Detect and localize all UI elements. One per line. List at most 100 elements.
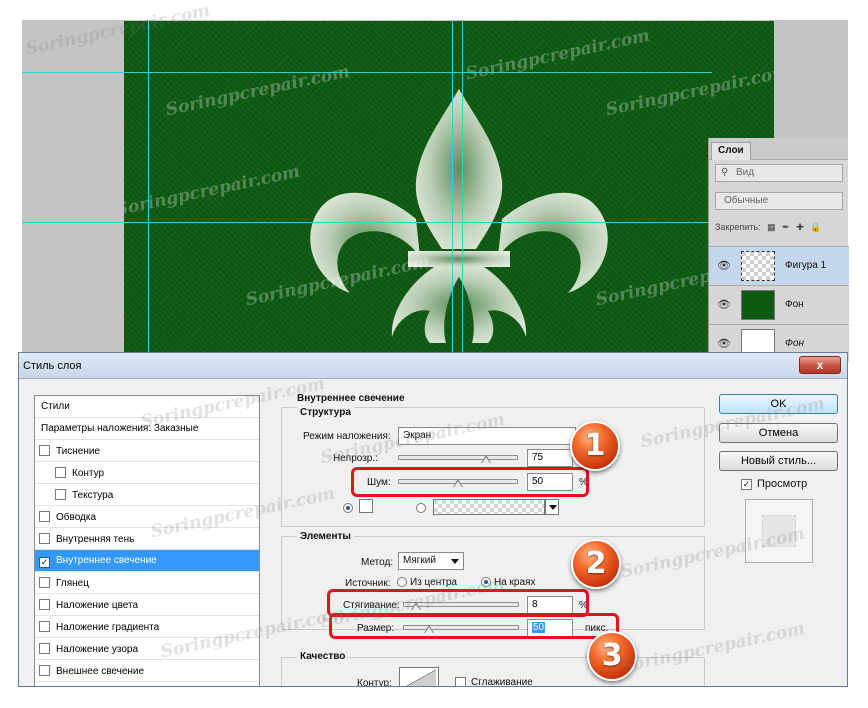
style-item-color-overlay[interactable]: Наложение цвета: [35, 594, 259, 616]
layers-tabbar: Слои: [709, 138, 848, 160]
gradient-picker[interactable]: [433, 499, 545, 515]
eye-icon[interactable]: 👁: [717, 337, 731, 350]
style-checkbox[interactable]: [39, 665, 50, 676]
style-checkbox-checked[interactable]: ✓: [39, 557, 50, 568]
opacity-field[interactable]: 75: [527, 449, 573, 467]
style-item-contour[interactable]: Контур: [35, 462, 259, 484]
style-item-label: Глянец: [56, 578, 89, 589]
style-checkbox[interactable]: [39, 621, 50, 632]
style-item-stroke[interactable]: Обводка: [35, 506, 259, 528]
style-checkbox[interactable]: [39, 445, 50, 456]
layer-row[interactable]: 👁 Фигура 1: [709, 246, 849, 284]
highlight-box-noise: [351, 467, 589, 497]
method-select[interactable]: Мягкий: [398, 552, 464, 570]
preview-checkbox[interactable]: ✓: [741, 479, 752, 490]
source-edge-option[interactable]: На краях: [481, 577, 535, 588]
eye-icon[interactable]: 👁: [717, 259, 731, 272]
layer-name: Фигура 1: [785, 260, 827, 271]
style-checkbox[interactable]: [39, 599, 50, 610]
source-label: Источник:: [345, 578, 391, 589]
color-radio[interactable]: [343, 503, 353, 513]
style-checkbox[interactable]: [39, 577, 50, 588]
blend-mode-dropdown[interactable]: Обычные: [715, 192, 843, 210]
source-center-label: Из центра: [410, 577, 457, 588]
opacity-value: 75: [532, 452, 544, 463]
style-item-texture[interactable]: Текстура: [35, 484, 259, 506]
style-item-pattern-overlay[interactable]: Наложение узора: [35, 638, 259, 660]
cancel-button[interactable]: Отмена: [719, 423, 838, 443]
opacity-slider-thumb[interactable]: [480, 455, 491, 464]
layer-row[interactable]: 👁 Фон: [709, 285, 849, 323]
source-edge-radio[interactable]: [481, 577, 491, 587]
style-item-label: Внутренняя тень: [56, 534, 135, 545]
contour-picker[interactable]: [399, 667, 439, 686]
blending-options-item[interactable]: Параметры наложения: Заказные: [35, 418, 259, 440]
style-item-label: Тиснение: [56, 446, 101, 457]
close-button[interactable]: x: [799, 356, 841, 374]
layer-filter-dropdown[interactable]: ⚲ Вид: [715, 164, 843, 182]
dialog-titlebar[interactable]: Стиль слоя x: [19, 353, 847, 379]
blend-mode-select[interactable]: Экран: [398, 427, 576, 445]
style-checkbox[interactable]: [55, 467, 66, 478]
dialog-title: Стиль слоя: [23, 360, 82, 372]
new-style-button[interactable]: Новый стиль...: [719, 451, 838, 471]
blend-mode-select-value: Экран: [403, 430, 432, 441]
source-center-radio[interactable]: [397, 577, 407, 587]
source-center-option[interactable]: Из центра: [397, 577, 457, 588]
styles-header-label: Стили: [41, 401, 70, 412]
style-item-satin[interactable]: Глянец: [35, 572, 259, 594]
styles-header[interactable]: Стили: [35, 396, 259, 418]
fleur-de-lis-shape[interactable]: [124, 21, 774, 352]
document-canvas[interactable]: Soringpcrepair.com Soringpcrepair.com So…: [124, 21, 774, 352]
preview-swatch: [762, 515, 796, 547]
inner-glow-settings: Внутреннее свечение Структура Режим нало…: [273, 389, 705, 687]
lock-label: Закрепить:: [715, 222, 761, 232]
lock-row: Закрепить: ▦ ✒ ✚ 🔒: [715, 222, 847, 233]
callout-2: 2: [571, 539, 621, 589]
lock-move-icon[interactable]: ✚: [796, 222, 804, 232]
style-item-label: Наложение цвета: [56, 600, 139, 611]
style-preview: [745, 499, 813, 563]
lock-brush-icon[interactable]: ✒: [782, 222, 790, 232]
style-checkbox[interactable]: [39, 511, 50, 522]
layer-name: Фон: [785, 299, 804, 310]
glow-color-swatch[interactable]: [359, 499, 373, 513]
style-item-outer-glow[interactable]: Внешнее свечение: [35, 660, 259, 682]
gradient-picker-arrow[interactable]: [545, 499, 559, 515]
style-item-label: Обводка: [56, 512, 97, 523]
style-checkbox[interactable]: [55, 489, 66, 500]
guide-horizontal: [22, 72, 712, 73]
tab-layers[interactable]: Слои: [711, 142, 751, 160]
structure-title: Структура: [297, 407, 354, 418]
layers-panel: Слои ⚲ Вид Обычные Закрепить: ▦ ✒ ✚ 🔒 👁 …: [708, 138, 849, 362]
eye-icon[interactable]: 👁: [717, 298, 731, 311]
lock-transparency-icon[interactable]: ▦: [767, 222, 776, 232]
gradient-radio[interactable]: [416, 503, 426, 513]
filter-label: Вид: [736, 167, 755, 178]
antialias-checkbox[interactable]: [455, 677, 466, 686]
contour-curve-icon: [406, 669, 437, 686]
guide-horizontal: [22, 222, 712, 223]
method-select-value: Мягкий: [403, 555, 436, 566]
style-checkbox[interactable]: [39, 533, 50, 544]
ok-button[interactable]: OK: [719, 394, 838, 414]
blend-mode-label: Режим наложения:: [303, 431, 391, 442]
preview-label: Просмотр: [757, 478, 808, 490]
opacity-label: Непрозр.:: [333, 453, 378, 464]
style-item-inner-shadow[interactable]: Внутренняя тень: [35, 528, 259, 550]
chevron-down-icon: [451, 559, 459, 564]
style-item-gradient-overlay[interactable]: Наложение градиента: [35, 616, 259, 638]
style-checkbox[interactable]: [39, 643, 50, 654]
source-edge-label: На краях: [494, 577, 536, 588]
opacity-slider[interactable]: [398, 455, 518, 460]
contour-label: Контур:: [357, 678, 392, 687]
style-item-label: Наложение узора: [56, 644, 139, 655]
layer-name: Фон: [785, 338, 805, 349]
guide-vertical: [462, 20, 463, 352]
lock-icon[interactable]: 🔒: [810, 222, 821, 232]
style-item-bevel[interactable]: Тиснение: [35, 440, 259, 462]
style-item-inner-glow[interactable]: ✓ Внутреннее свечение: [35, 550, 259, 572]
search-icon: ⚲: [721, 167, 729, 178]
photoshop-workspace: Soringpcrepair.com Soringpcrepair.com So…: [0, 0, 868, 362]
style-item-label: Текстура: [72, 490, 114, 501]
